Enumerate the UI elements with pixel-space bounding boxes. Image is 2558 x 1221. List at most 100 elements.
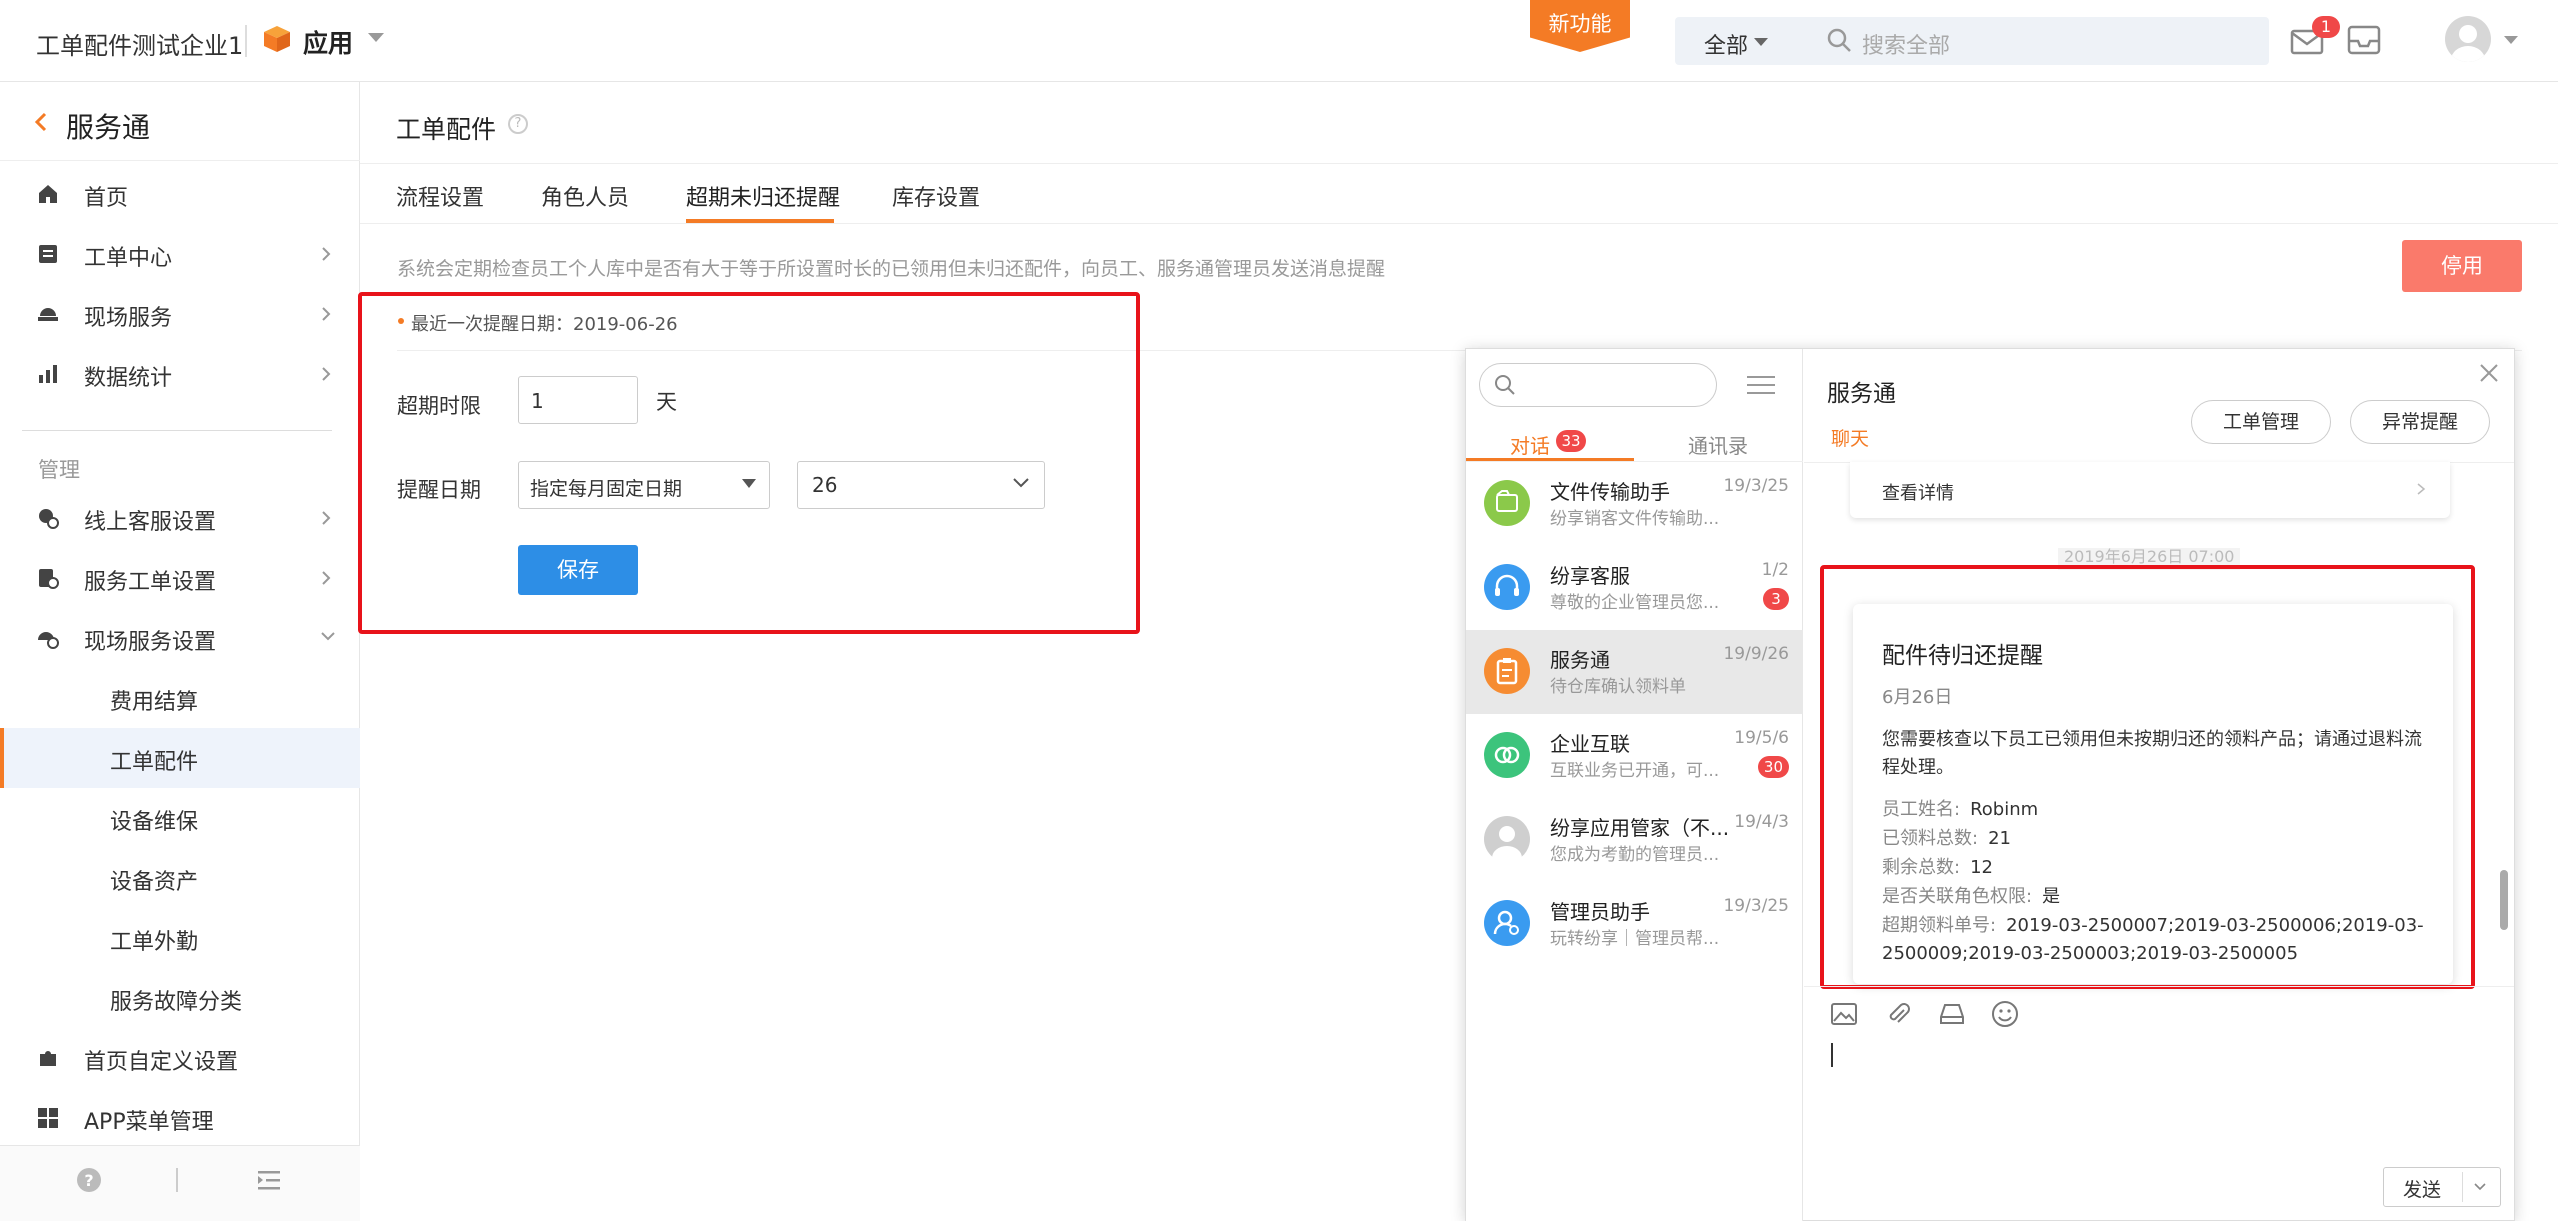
unread-badge: 30 bbox=[1757, 756, 1789, 778]
conversation-preview: 玩转纷享｜管理员帮... bbox=[1550, 929, 1720, 949]
chevron-right-icon bbox=[320, 246, 332, 262]
conversation-item[interactable]: 企业互联 互联业务已开通，可... 19/5/6 30 bbox=[1466, 714, 1803, 798]
conversation-preview: 待仓库确认领料单 bbox=[1550, 677, 1686, 697]
user-avatar[interactable] bbox=[2445, 16, 2491, 62]
image-icon[interactable] bbox=[1830, 1000, 1858, 1028]
sidebar-subitem-equipment-assets[interactable]: 设备资产 bbox=[0, 848, 360, 908]
tab-inventory-settings[interactable]: 库存设置 bbox=[892, 180, 980, 212]
sidebar-item-onsite-settings[interactable]: 现场服务设置 bbox=[0, 608, 360, 668]
sidebar-item-label: 设备维保 bbox=[110, 810, 199, 835]
tab-roles[interactable]: 角色人员 bbox=[541, 180, 629, 212]
help-icon[interactable]: ? bbox=[76, 1167, 102, 1193]
sidebar-subitem-equipment-maintenance[interactable]: 设备维保 bbox=[0, 788, 360, 848]
sidebar-item-workorder-center[interactable]: 工单中心 bbox=[0, 224, 360, 284]
sidebar-item-home[interactable]: 首页 bbox=[0, 164, 360, 224]
person-icon bbox=[1484, 816, 1530, 862]
sidebar-item-label: 线上客服设置 bbox=[84, 510, 217, 535]
clipboard-icon bbox=[1484, 648, 1530, 694]
view-details-link[interactable]: 查看详情 bbox=[1882, 479, 1954, 505]
conversation-count-badge: 33 bbox=[1556, 430, 1586, 452]
highlight-box bbox=[1820, 565, 2475, 989]
abnormal-reminder-button[interactable]: 异常提醒 bbox=[2350, 400, 2490, 444]
sidebar-item-label: 服务工单设置 bbox=[84, 570, 217, 595]
sidebar-subitem-workorder-parts[interactable]: 工单配件 bbox=[0, 728, 360, 788]
divider bbox=[360, 163, 2558, 164]
chevron-right-icon bbox=[320, 510, 332, 526]
app-menu-label[interactable]: 应用 bbox=[303, 24, 353, 60]
help-icon[interactable]: ? bbox=[508, 114, 528, 134]
divider bbox=[0, 160, 360, 161]
conversation-name: 企业互联 bbox=[1550, 732, 1630, 756]
send-button-label[interactable]: 发送 bbox=[2403, 1175, 2441, 1202]
chevron-down-icon bbox=[320, 630, 335, 646]
collapse-sidebar-icon[interactable] bbox=[256, 1168, 282, 1192]
search-icon bbox=[1825, 26, 1853, 54]
tab-overdue-reminder[interactable]: 超期未归还提醒 bbox=[686, 180, 840, 212]
sidebar-item-label: 首页 bbox=[84, 186, 129, 211]
onsite-settings-icon bbox=[36, 626, 60, 650]
apps-icon bbox=[36, 1106, 60, 1130]
home-icon bbox=[36, 182, 60, 206]
sidebar-item-app-menu[interactable]: APP菜单管理 bbox=[0, 1088, 360, 1148]
conversation-time: 19/3/25 bbox=[1723, 896, 1789, 916]
attachment-icon[interactable] bbox=[1884, 1000, 1912, 1028]
tab-conversations[interactable]: 对话 bbox=[1510, 430, 1550, 459]
emoji-icon[interactable] bbox=[1991, 1000, 2019, 1028]
chevron-right-icon bbox=[320, 570, 332, 586]
chevron-down-icon[interactable] bbox=[2474, 1182, 2486, 1192]
sidebar-item-onsite-service[interactable]: 现场服务 bbox=[0, 284, 360, 344]
back-arrow-icon[interactable] bbox=[34, 112, 48, 132]
file-transfer-icon bbox=[1484, 480, 1530, 526]
sidebar-item-home-custom[interactable]: 首页自定义设置 bbox=[0, 1028, 360, 1088]
feature-description: 系统会定期检查员工个人库中是否有大于等于所设置时长的已领用但未归还配件，向员工、… bbox=[397, 258, 1386, 280]
chat-title: 服务通 bbox=[1827, 381, 1896, 407]
unread-badge: 3 bbox=[1763, 588, 1789, 610]
active-tab-indicator bbox=[1466, 458, 1634, 461]
scrollbar-thumb[interactable] bbox=[2500, 870, 2508, 930]
chart-icon bbox=[36, 362, 60, 386]
cs-settings-icon bbox=[36, 506, 60, 530]
headset-icon bbox=[1484, 564, 1530, 610]
conversation-name: 纷享客服 bbox=[1550, 564, 1630, 588]
chevron-down-icon[interactable] bbox=[2504, 36, 2518, 44]
sidebar-item-label: 现场服务设置 bbox=[84, 630, 217, 655]
chevron-right-icon bbox=[320, 366, 332, 382]
sidebar-subitem-wo-field[interactable]: 工单外勤 bbox=[0, 908, 360, 968]
sidebar-subitem-fee-settlement[interactable]: 费用结算 bbox=[0, 668, 360, 728]
sidebar-subitem-fault-category[interactable]: 服务故障分类 bbox=[0, 968, 360, 1028]
conversation-item[interactable]: 纷享应用管家（不... 您成为考勤的管理员... 19/4/3 bbox=[1466, 798, 1803, 882]
tab-contacts[interactable]: 通讯录 bbox=[1688, 430, 1748, 459]
app-cube-icon[interactable] bbox=[262, 24, 292, 54]
conversation-time: 1/2 bbox=[1761, 560, 1789, 580]
search-input[interactable]: 搜索全部 bbox=[1862, 28, 1950, 60]
divider bbox=[360, 223, 2558, 224]
conversation-time: 19/5/6 bbox=[1734, 728, 1789, 748]
inbox-icon[interactable] bbox=[2346, 24, 2382, 56]
workorder-management-button[interactable]: 工单管理 bbox=[2191, 400, 2331, 444]
sidebar-item-statistics[interactable]: 数据统计 bbox=[0, 344, 360, 404]
sidebar-item-label: 现场服务 bbox=[84, 306, 173, 331]
conversation-item[interactable]: 文件传输助手 纷享销客文件传输助... 19/3/25 bbox=[1466, 462, 1803, 546]
close-icon[interactable] bbox=[2478, 362, 2500, 384]
tab-process-settings[interactable]: 流程设置 bbox=[396, 180, 484, 212]
conversation-item[interactable]: 纷享客服 尊敬的企业管理员您... 1/2 3 bbox=[1466, 546, 1803, 630]
conversation-preview: 纷享销客文件传输助... bbox=[1550, 509, 1720, 529]
chevron-down-icon[interactable] bbox=[1754, 38, 1768, 46]
disable-button[interactable]: 停用 bbox=[2402, 240, 2522, 292]
conversation-item[interactable]: 管理员助手 玩转纷享｜管理员帮... 19/3/25 bbox=[1466, 882, 1803, 966]
sidebar-item-online-cs-settings[interactable]: 线上客服设置 bbox=[0, 488, 360, 548]
drive-icon[interactable] bbox=[1938, 1000, 1966, 1028]
divider bbox=[22, 430, 332, 431]
sidebar-item-label: 首页自定义设置 bbox=[84, 1050, 239, 1075]
divider bbox=[176, 1168, 178, 1192]
chat-subtitle-tab[interactable]: 聊天 bbox=[1831, 424, 1869, 451]
menu-icon[interactable] bbox=[1746, 374, 1776, 396]
chevron-down-icon[interactable] bbox=[368, 33, 384, 42]
chevron-right-icon bbox=[320, 306, 332, 322]
svg-text:?: ? bbox=[84, 1171, 93, 1190]
message-input-caret[interactable] bbox=[1831, 1043, 1833, 1067]
sidebar-item-service-wo-settings[interactable]: 服务工单设置 bbox=[0, 548, 360, 608]
puzzle-icon bbox=[36, 1046, 60, 1070]
conversation-item[interactable]: 服务通 待仓库确认领料单 19/9/26 bbox=[1466, 630, 1803, 714]
search-scope-select[interactable]: 全部 bbox=[1704, 28, 1748, 60]
